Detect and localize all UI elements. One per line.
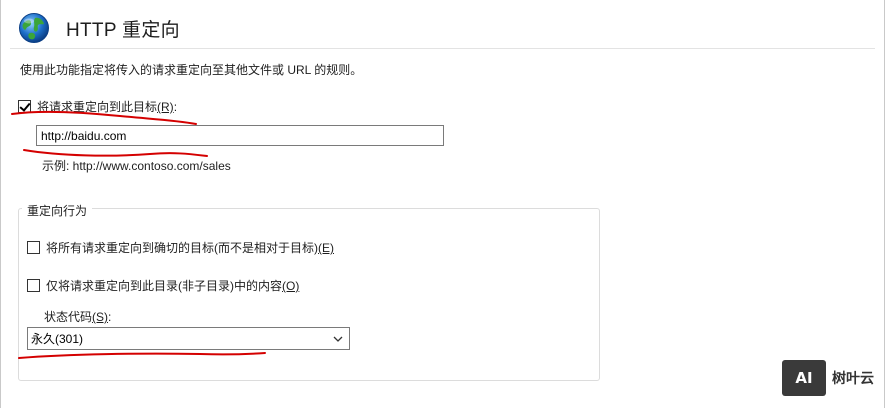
exact-destination-option[interactable]: 将所有请求重定向到确切的目标(而不是相对于目标)(E) xyxy=(27,239,334,256)
redirect-target-input[interactable] xyxy=(36,125,444,146)
watermark-logo: AI xyxy=(782,360,826,396)
redirect-behavior-group xyxy=(18,208,600,381)
chevron-down-icon[interactable] xyxy=(333,336,343,342)
exact-destination-label[interactable]: 将所有请求重定向到确切的目标(而不是相对于目标)(E) xyxy=(46,239,334,256)
redirect-checkbox-label[interactable]: 将请求重定向到此目标(R): xyxy=(37,98,177,115)
left-frame-edge xyxy=(0,0,1,408)
only-this-directory-option[interactable]: 仅将请求重定向到此目录(非子目录)中的内容(O) xyxy=(27,277,299,294)
status-code-selected-value: 永久(301) xyxy=(31,332,84,346)
redirect-behavior-title: 重定向行为 xyxy=(22,202,93,219)
header-divider xyxy=(10,48,875,49)
globe-icon xyxy=(19,13,49,43)
watermark: AI 树叶云 xyxy=(782,360,874,396)
redirect-to-target-option[interactable]: 将请求重定向到此目标(R): xyxy=(18,98,177,115)
only-this-directory-label[interactable]: 仅将请求重定向到此目录(非子目录)中的内容(O) xyxy=(46,277,299,294)
watermark-brand: 树叶云 xyxy=(832,370,874,386)
target-example-hint: 示例: http://www.contoso.com/sales xyxy=(42,159,231,173)
only-this-directory-checkbox[interactable] xyxy=(27,279,40,292)
exact-destination-checkbox[interactable] xyxy=(27,241,40,254)
annotation-underline-input xyxy=(23,149,208,157)
feature-description: 使用此功能指定将传入的请求重定向至其他文件或 URL 的规则。 xyxy=(20,63,363,77)
status-code-label: 状态代码(S): xyxy=(44,310,112,324)
page-title: HTTP 重定向 xyxy=(66,19,180,41)
page-header: HTTP 重定向 xyxy=(18,10,180,46)
status-code-select[interactable]: 永久(301) xyxy=(27,327,350,350)
redirect-checkbox[interactable] xyxy=(18,100,31,113)
